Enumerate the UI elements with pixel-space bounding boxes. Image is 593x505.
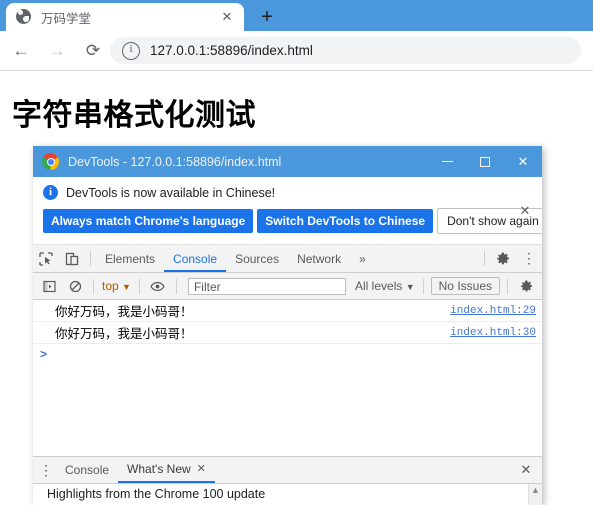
language-notification-banner: i DevTools is now available in Chinese! … [33,177,542,245]
console-output[interactable]: 你好万码，我是小码哥！ index.html:29 你好万码，我是小码哥！ in… [33,300,542,456]
console-divider-1 [93,278,94,294]
console-message-row[interactable]: 你好万码，我是小码哥！ index.html:30 [33,322,542,344]
filter-input[interactable]: Filter [187,277,347,295]
back-button[interactable]: ← [6,36,36,66]
devtools-menu-button[interactable]: ⋮ [516,246,542,272]
gear-icon[interactable] [490,246,516,272]
browser-tab-title: 万码学堂 [41,11,92,26]
log-level-selector[interactable]: All levels ▼ [352,279,418,293]
console-divider-3 [175,278,177,294]
always-match-language-button[interactable]: Always match Chrome's language [43,209,254,233]
whats-new-scrollbar[interactable]: ▲ [528,484,542,505]
console-prompt[interactable]: > [33,344,542,364]
browser-toolbar: ← → ⟳ i 127.0.0.1:58896/index.html [0,31,593,71]
console-divider-5 [507,278,508,294]
close-icon[interactable]: ✕ [216,6,238,28]
chrome-logo-icon [42,153,59,170]
globe-icon [16,9,32,25]
info-icon: i [43,185,58,200]
devtools-drawer: ⋮ Console What's New ✕ ✕ Highlights from… [33,456,542,505]
drawer-tab-whats-new-label: What's New [127,462,191,476]
console-message-source-link[interactable]: index.html:30 [450,327,536,339]
maximize-button[interactable] [466,146,504,177]
devtools-tabbar: Elements Console Sources Network » ⋮ [33,245,542,273]
console-settings-gear-icon[interactable] [513,273,539,299]
devtools-window: DevTools - 127.0.0.1:58896/index.html ✕ … [33,146,542,505]
log-level-label: All levels [355,279,403,293]
banner-button-row: Always match Chrome's language Switch De… [43,208,542,234]
console-message-row[interactable]: 你好万码，我是小码哥！ index.html:29 [33,300,542,322]
tab-network[interactable]: Network [288,246,350,272]
site-info-icon[interactable]: i [122,41,140,60]
banner-close-icon[interactable]: ✕ [517,203,533,219]
whats-new-panel: Highlights from the Chrome 100 update ▲ [33,483,542,505]
switch-to-chinese-button[interactable]: Switch DevTools to Chinese [257,209,434,233]
browser-tab-strip: 万码学堂 ✕ + [0,0,593,31]
execution-context-label: top [102,279,119,293]
address-bar[interactable]: i 127.0.0.1:58896/index.html [110,37,581,64]
close-icon[interactable]: ✕ [197,456,206,482]
forward-button[interactable]: → [42,36,72,66]
chevron-down-icon: ▼ [122,282,131,292]
screenshot-root: 万码学堂 ✕ + ← → ⟳ i 127.0.0.1:58896/index.h… [0,0,593,505]
device-toolbar-icon[interactable] [59,246,85,272]
window-close-button[interactable]: ✕ [504,146,542,177]
toolbar-divider [90,251,91,266]
drawer-tabbar: ⋮ Console What's New ✕ ✕ [33,457,542,483]
clear-console-icon[interactable] [62,273,88,299]
live-expression-eye-icon[interactable] [145,273,171,299]
console-prompt-arrow-icon: > [40,347,48,361]
address-bar-url: 127.0.0.1:58896/index.html [150,43,313,58]
drawer-tab-console[interactable]: Console [56,457,118,483]
console-divider-4 [422,278,424,294]
drawer-close-button[interactable]: ✕ [513,457,539,483]
drawer-tab-console-label: Console [65,463,110,477]
tab-sources[interactable]: Sources [226,246,288,272]
drawer-tab-whats-new[interactable]: What's New ✕ [118,457,215,483]
console-message-text: 你好万码，我是小码哥！ [55,305,193,319]
devtools-window-title: DevTools - 127.0.0.1:58896/index.html [68,154,282,169]
console-divider-2 [138,278,140,294]
chevron-down-icon-levels: ▼ [405,282,415,292]
issues-button[interactable]: No Issues [430,277,500,295]
console-toolbar: top ▼ Filter All levels ▼ No Issues [33,273,542,300]
console-message-text: 你好万码，我是小码哥！ [55,327,193,341]
scroll-up-icon[interactable]: ▲ [531,484,540,496]
console-message-source-link[interactable]: index.html:29 [450,305,536,317]
browser-tab[interactable]: 万码学堂 ✕ [6,3,244,31]
page-title: 字符串格式化测试 [12,99,256,132]
banner-message-row: i DevTools is now available in Chinese! [43,185,532,200]
more-tabs-button[interactable]: » [350,246,375,272]
execution-context-selector[interactable]: top ▼ [99,279,134,293]
reload-button[interactable]: ⟳ [78,36,108,66]
inspect-element-icon[interactable] [33,246,59,272]
minimize-button[interactable] [428,146,466,177]
drawer-menu-button[interactable]: ⋮ [36,457,56,483]
toolbar-divider-right [484,251,485,266]
tab-elements[interactable]: Elements [96,246,164,272]
tab-console[interactable]: Console [164,246,227,272]
console-sidebar-icon[interactable] [36,273,62,299]
banner-message: DevTools is now available in Chinese! [66,185,276,200]
new-tab-button[interactable]: + [250,4,284,30]
whats-new-headline: Highlights from the Chrome 100 update [47,487,266,501]
devtools-titlebar: DevTools - 127.0.0.1:58896/index.html ✕ [33,146,542,177]
